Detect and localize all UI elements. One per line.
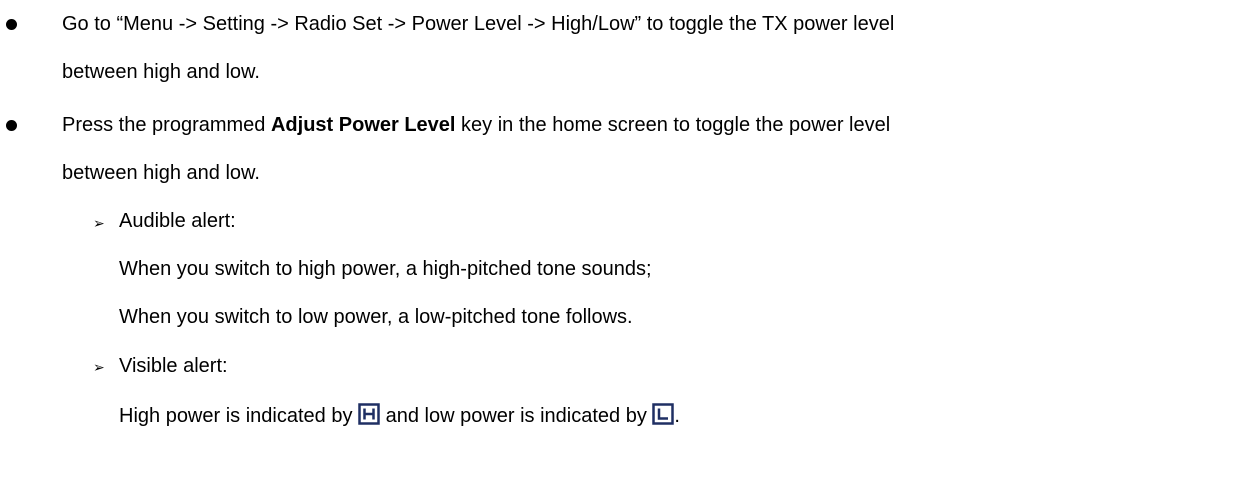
bullet-2-suffix: key in the home screen to toggle the pow…	[455, 114, 891, 136]
bullet-dot	[6, 120, 17, 131]
audible-alert-line-2: When you switch to low power, a low-pitc…	[119, 306, 633, 328]
high-power-icon	[358, 403, 380, 425]
visible-text-before: High power is indicated by	[119, 405, 353, 427]
visible-text-middle: and low power is indicated by	[385, 405, 647, 427]
bullet-1-line-1: Go to “Menu -> Setting -> Radio Set -> P…	[62, 13, 895, 35]
audible-alert-line-1: When you switch to high power, a high-pi…	[119, 258, 652, 280]
arrow-bullet-icon: ➢	[93, 359, 105, 375]
bullet-2-line-2: between high and low.	[62, 162, 260, 184]
bullet-dot	[6, 19, 17, 30]
visible-text-end: .	[674, 405, 680, 427]
bullet-2-line-1: Press the programmed Adjust Power Level …	[62, 113, 890, 137]
audible-alert-label: Audible alert:	[119, 210, 236, 232]
bullet-2-prefix: Press the programmed	[62, 114, 271, 136]
visible-alert-label: Visible alert:	[119, 355, 228, 377]
visible-alert-line: High power is indicated by and low power…	[119, 403, 680, 428]
adjust-power-level-key-label: Adjust Power Level	[270, 114, 456, 136]
bullet-1-line-2: between high and low.	[62, 61, 260, 83]
arrow-bullet-icon: ➢	[93, 215, 105, 231]
low-power-icon	[652, 403, 675, 425]
